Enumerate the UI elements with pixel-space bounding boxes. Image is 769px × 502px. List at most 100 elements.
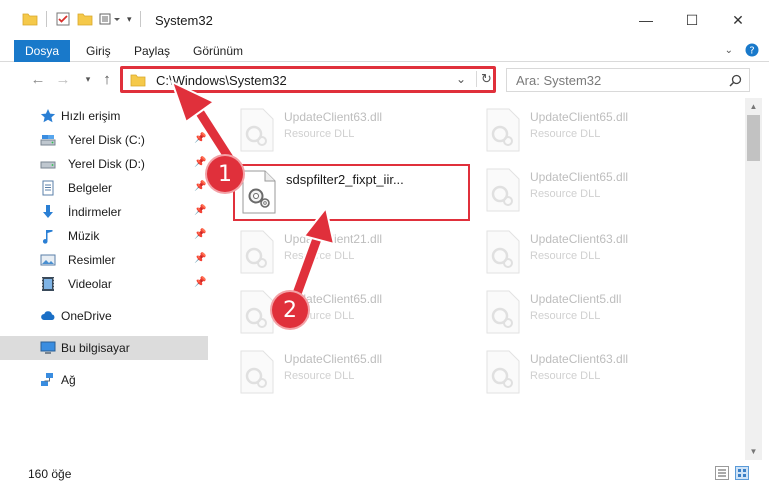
nav-label: Bu bilgisayar [61, 341, 130, 355]
minimize-button[interactable]: — [623, 0, 669, 40]
drive-icon [40, 135, 56, 146]
file-list: UpdateClient63.dll Resource DLL UpdateCl… [210, 98, 745, 460]
tab-share[interactable]: Paylaş [134, 44, 170, 58]
dll-file-icon [240, 108, 274, 152]
file-name: UpdateClient5.dll [530, 292, 622, 306]
nav-item-this-pc[interactable]: Bu bilgisayar [0, 336, 208, 360]
scroll-thumb[interactable] [747, 115, 760, 161]
documents-icon [42, 180, 54, 196]
file-item[interactable]: UpdateClient21.dll Resource DLL [238, 226, 478, 286]
pin-icon[interactable]: 📌 [194, 205, 206, 216]
customize-toolbar-icon[interactable] [99, 11, 121, 27]
nav-item-onedrive[interactable]: OneDrive [0, 304, 208, 328]
file-name: UpdateClient63.dll [530, 232, 629, 246]
new-folder-icon[interactable] [77, 11, 93, 27]
dll-file-icon [240, 230, 274, 274]
forward-arrow-icon[interactable]: → [53, 69, 73, 89]
scroll-up-icon[interactable]: ▲ [745, 98, 762, 115]
dll-file-icon [486, 290, 520, 334]
window-title: System32 [155, 13, 213, 28]
tab-home[interactable]: Giriş [86, 44, 111, 58]
nav-item-local-disk-d[interactable]: Yerel Disk (D:) 📌 [0, 152, 208, 176]
pin-icon[interactable]: 📌 [194, 253, 206, 264]
close-button[interactable]: ✕ [715, 0, 761, 40]
tab-view[interactable]: Görünüm [193, 44, 243, 58]
pin-icon[interactable]: 📌 [194, 229, 206, 240]
ribbon-tabs: Dosya Giriş Paylaş Görünüm ⌄ ? [0, 40, 769, 62]
dll-file-icon [240, 350, 274, 394]
address-bar-highlight [120, 66, 496, 93]
downloads-icon [43, 205, 53, 218]
search-icon[interactable] [729, 74, 742, 87]
toolbar-separator [46, 11, 47, 27]
file-item[interactable]: UpdateClient63.dll Resource DLL [484, 226, 724, 286]
folder-icon[interactable] [22, 11, 38, 27]
step-1-badge: 1 [207, 156, 243, 192]
maximize-button[interactable]: ☐ [669, 0, 715, 40]
file-type: Resource DLL [284, 370, 355, 382]
file-type: Resource DLL [530, 128, 601, 140]
videos-icon [42, 277, 54, 291]
search-input[interactable]: Ara: System32 [516, 73, 601, 88]
dll-file-icon [486, 350, 520, 394]
file-item[interactable]: UpdateClient63.dll Resource DLL [238, 104, 478, 164]
file-type: Resource DLL [284, 128, 355, 140]
step-2-badge: 2 [272, 292, 308, 328]
music-icon [42, 230, 53, 244]
nav-item-pictures[interactable]: Resimler 📌 [0, 248, 208, 272]
nav-item-videos[interactable]: Videolar 📌 [0, 272, 208, 296]
file-item[interactable]: UpdateClient65.dll Resource DLL [484, 164, 724, 224]
nav-label: Videolar [68, 277, 112, 291]
scroll-down-icon[interactable]: ▼ [745, 443, 762, 460]
search-box[interactable]: Ara: System32 [506, 68, 750, 92]
back-arrow-icon[interactable]: ← [28, 69, 48, 89]
nav-label: Resimler [68, 253, 116, 267]
file-name: UpdateClient63.dll [530, 352, 629, 366]
dropdown-arrow-icon[interactable]: ▾ [127, 14, 132, 25]
nav-label: Ağ [61, 373, 76, 387]
up-arrow-icon[interactable]: ↑ [97, 69, 117, 89]
pin-icon[interactable]: 📌 [194, 157, 206, 168]
nav-label: Müzik [68, 229, 100, 243]
help-icon[interactable]: ? [745, 43, 759, 57]
pictures-icon [40, 254, 56, 266]
status-bar: 160 öğe [0, 460, 769, 502]
file-item-highlighted[interactable]: sdspfilter2_fixpt_iir... [240, 166, 480, 226]
large-icons-view-icon[interactable] [735, 466, 749, 480]
file-type: Resource DLL [530, 250, 601, 262]
navigation-pane: Hızlı erişim Yerel Disk (C:) 📌 Yerel Dis… [0, 98, 210, 460]
pin-icon[interactable]: 📌 [194, 181, 206, 192]
nav-item-network[interactable]: Ağ [0, 368, 208, 392]
file-type: Resource DLL [530, 310, 601, 322]
toolbar-separator [139, 11, 141, 27]
star-icon [40, 109, 56, 123]
nav-item-downloads[interactable]: İndirmeler 📌 [0, 200, 208, 224]
file-item[interactable]: UpdateClient63.dll Resource DLL [484, 346, 724, 406]
vertical-scrollbar[interactable]: ▲ ▼ [745, 98, 762, 460]
file-item[interactable]: UpdateClient65.dll Resource DLL [238, 346, 478, 406]
expand-ribbon-icon[interactable]: ⌄ [725, 45, 733, 56]
file-type: Resource DLL [530, 370, 601, 382]
recent-locations-icon[interactable]: ▾ [78, 69, 98, 89]
nav-label: Belgeler [68, 181, 113, 195]
file-type: Resource DLL [284, 250, 355, 262]
tab-file[interactable]: Dosya [14, 40, 70, 62]
file-name: UpdateClient21.dll [284, 232, 383, 246]
file-item[interactable]: UpdateClient5.dll Resource DLL [484, 286, 724, 346]
dll-file-icon [486, 108, 520, 152]
pin-icon[interactable]: 📌 [194, 133, 206, 144]
file-item[interactable]: UpdateClient65.dll Resource DLL [484, 104, 724, 164]
network-icon [41, 373, 53, 386]
nav-item-documents[interactable]: Belgeler 📌 [0, 176, 208, 200]
nav-item-music[interactable]: Müzik 📌 [0, 224, 208, 248]
nav-item-quick-access[interactable]: Hızlı erişim [0, 104, 208, 128]
drive-icon [40, 161, 56, 169]
view-switcher [715, 466, 749, 480]
file-name: UpdateClient65.dll [530, 110, 629, 124]
pin-icon[interactable]: 📌 [194, 277, 206, 288]
properties-icon[interactable] [55, 11, 71, 27]
file-name: UpdateClient65.dll [284, 352, 383, 366]
details-view-icon[interactable] [715, 466, 729, 480]
nav-item-local-disk-c[interactable]: Yerel Disk (C:) 📌 [0, 128, 208, 152]
nav-label: OneDrive [61, 309, 112, 323]
